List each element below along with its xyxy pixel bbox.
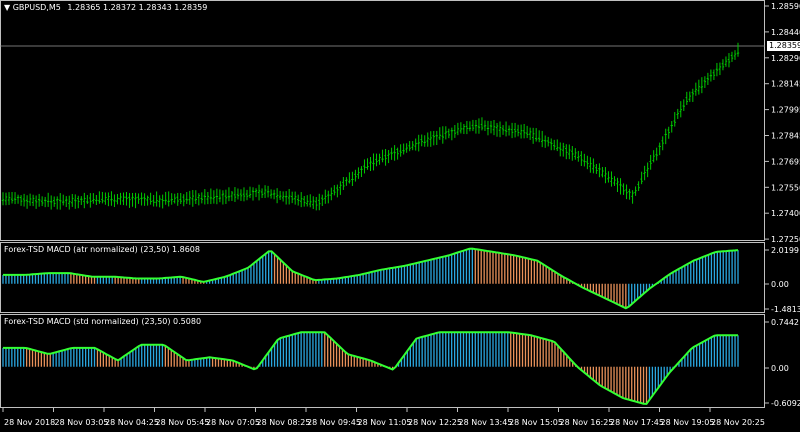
price-axis-label: 1.27695 xyxy=(771,157,800,166)
time-axis-label: 28 Nov 20:25 xyxy=(711,418,765,427)
dropdown-arrow-icon[interactable]: ▼ xyxy=(4,3,10,12)
ohlc-values: 1.28365 1.28372 1.28343 1.28359 xyxy=(67,3,208,12)
indicator2-header: Forex-TSD MACD (std normalized) (23,50) … xyxy=(4,317,201,326)
indicator2-axis-label: 0.00 xyxy=(771,364,789,373)
indicator1-value: 1.8608 xyxy=(171,245,200,254)
price-axis-label: 1.27995 xyxy=(771,106,800,115)
price-axis-label: 1.28290 xyxy=(771,54,800,63)
trading-chart[interactable]: 1.28590 1.28440 1.28290 1.28145 1.27995 1.278… xyxy=(0,0,800,432)
time-axis-label: 28 Nov 09:45 xyxy=(307,418,361,427)
time-axis-label: 28 Nov 15:05 xyxy=(509,418,563,427)
time-axis-label: 28 Nov 05:45 xyxy=(156,418,210,427)
indicator1-label: Forex-TSD MACD (atr normalized) (23,50) xyxy=(4,245,170,254)
indicator2-value: 0.5080 xyxy=(173,317,202,326)
price-axis-label: 1.27845 xyxy=(771,132,800,141)
time-axis-label: 28 Nov 03:05 xyxy=(55,418,109,427)
time-axis-label: 28 Nov 07:05 xyxy=(206,418,260,427)
indicator2-axis-label: -0.6092 xyxy=(771,399,800,408)
current-price-tag: 1.28359 xyxy=(767,41,800,51)
indicator2-signal-line xyxy=(3,331,738,405)
price-axis-label: 1.27250 xyxy=(771,235,800,244)
indicator1-histogram xyxy=(2,248,739,309)
time-axis-label: 28 Nov 19:05 xyxy=(661,418,715,427)
time-axis-label: 28 Nov 2018 xyxy=(4,418,55,427)
indicator1-axis-label: 2.0199 xyxy=(771,246,799,255)
symbol-name: GBPUSD,M5 xyxy=(12,3,61,12)
time-axis-label: 28 Nov 08:25 xyxy=(257,418,311,427)
indicator1-axis-label: -1.4813 xyxy=(771,305,800,314)
indicator1-header: Forex-TSD MACD (atr normalized) (23,50) … xyxy=(4,245,200,254)
price-axis-label: 1.27400 xyxy=(771,209,800,218)
price-axis-label: 1.28145 xyxy=(771,80,800,89)
indicator2-histogram xyxy=(2,332,739,404)
time-axis-label: 28 Nov 17:45 xyxy=(610,418,664,427)
main-header: ▼ GBPUSD,M5 1.28365 1.28372 1.28343 1.28… xyxy=(4,3,207,12)
time-axis-label: 28 Nov 16:25 xyxy=(560,418,614,427)
price-axis-label: 1.28590 xyxy=(771,2,800,11)
time-axis-label: 28 Nov 04:25 xyxy=(105,418,159,427)
time-axis-label: 28 Nov 11:05 xyxy=(358,418,412,427)
indicator1-axis-label: 0.00 xyxy=(771,280,789,289)
main-chart-frame xyxy=(0,0,765,241)
price-axis-label: 1.28440 xyxy=(771,28,800,37)
indicator2-axis-label: 0.7442 xyxy=(771,318,799,327)
indicator2-label: Forex-TSD MACD (std normalized) (23,50) xyxy=(4,317,171,326)
time-axis-label: 28 Nov 12:25 xyxy=(408,418,462,427)
indicator1-signal-line xyxy=(3,247,739,310)
price-candles xyxy=(1,42,740,211)
price-axis-label: 1.27550 xyxy=(771,183,800,192)
time-axis-label: 28 Nov 13:45 xyxy=(459,418,513,427)
